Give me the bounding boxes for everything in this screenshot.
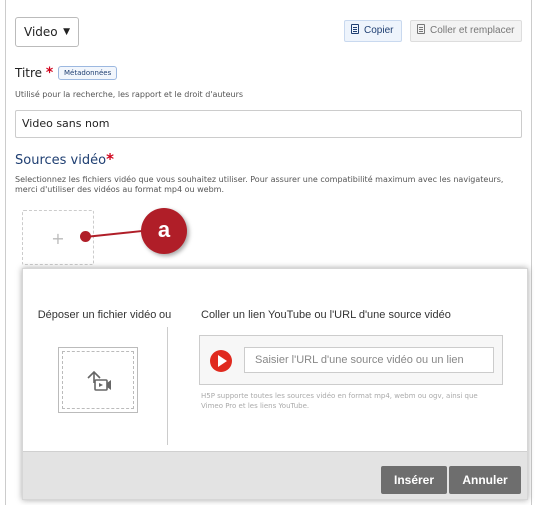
title-label: Titre * <box>15 65 53 81</box>
url-input-container <box>199 335 503 385</box>
copy-icon <box>351 24 359 34</box>
paste-link-title: Coller un lien YouTube ou l'URL d'une so… <box>201 309 451 321</box>
supported-formats-text: H5P supporte toutes les sources vidéo en… <box>201 392 478 410</box>
content-type-select[interactable]: Video ▼ <box>15 17 79 47</box>
title-input[interactable]: Video sans nom <box>15 110 522 138</box>
sources-label: Sources vidéo* <box>15 150 114 168</box>
title-label-text: Titre <box>15 66 43 80</box>
video-upload-icon <box>87 370 111 391</box>
required-marker: * <box>45 65 54 81</box>
sources-description: Selectionnez les fichiers vidéo que vous… <box>15 175 504 194</box>
paste-replace-button[interactable]: Coller et remplacer <box>410 20 522 42</box>
drop-file-title: Déposer un fichier vidéo <box>37 309 157 321</box>
chevron-down-icon: ▼ <box>63 27 70 37</box>
callout-dot <box>80 231 91 242</box>
copy-button[interactable]: Copier <box>344 20 402 42</box>
paste-replace-label: Coller et remplacer <box>430 25 515 36</box>
video-source-dialog: Déposer un fichier vidéo ou Coller un li… <box>22 268 528 500</box>
insert-button[interactable]: Insérer <box>381 466 447 494</box>
callout-badge: a <box>141 208 187 254</box>
paste-icon <box>417 24 425 34</box>
sources-label-text: Sources vidéo <box>15 153 107 168</box>
video-url-input[interactable] <box>244 347 494 373</box>
required-marker: * <box>106 150 114 168</box>
copy-label: Copier <box>364 25 394 36</box>
file-drop-zone[interactable] <box>58 347 138 413</box>
vertical-divider <box>167 327 168 445</box>
or-separator: ou <box>159 309 172 321</box>
dialog-footer: Insérer Annuler <box>23 451 527 499</box>
content-type-value: Video <box>24 25 58 39</box>
title-description: Utilisé pour la recherche, les rapport e… <box>15 90 244 99</box>
metadata-button[interactable]: Métadonnées <box>58 66 118 80</box>
cancel-button[interactable]: Annuler <box>449 466 521 494</box>
youtube-play-icon <box>210 350 232 372</box>
plus-icon: + <box>51 229 65 248</box>
